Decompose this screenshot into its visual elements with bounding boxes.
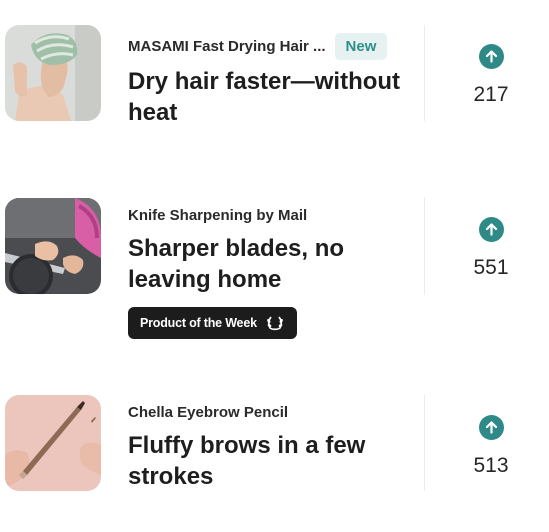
product-thumbnail[interactable] [5,198,101,294]
vote-count: 551 [473,256,509,279]
product-tagline[interactable]: Dry hair faster—without heat [128,66,410,128]
laurel-icon [267,316,283,331]
vote-count: 217 [473,83,509,106]
product-name[interactable]: MASAMI Fast Drying Hair ... [128,38,326,55]
divider [424,395,425,491]
hair-towel-photo [5,25,101,121]
product-tagline[interactable]: Sharper blades, no leaving home [128,233,410,295]
arrow-up-icon[interactable] [478,217,504,242]
product-thumbnail[interactable] [5,25,101,121]
new-badge: New [334,33,388,60]
product-item[interactable]: Knife Sharpening by Mail Sharper blades,… [0,190,549,350]
arrow-up-icon[interactable] [478,44,504,69]
arrow-up-icon[interactable] [478,415,504,440]
eyebrow-pencil-photo [5,395,101,491]
upvote-button[interactable]: 217 [458,44,524,107]
divider [424,25,425,121]
knife-sharpening-photo [5,198,101,294]
product-name[interactable]: Knife Sharpening by Mail [128,207,307,224]
divider [424,197,425,295]
product-item[interactable]: MASAMI Fast Drying Hair ... New Dry hair… [0,0,549,140]
product-thumbnail[interactable] [5,395,101,491]
product-of-the-week-badge[interactable]: Product of the Week [128,307,297,339]
upvote-button[interactable]: 513 [458,415,524,478]
vote-count: 513 [473,454,509,477]
award-label: Product of the Week [140,316,257,330]
upvote-button[interactable]: 551 [458,217,524,280]
product-name-row: MASAMI Fast Drying Hair ... New [128,33,388,60]
product-name-row: Chella Eyebrow Pencil [128,404,288,421]
product-name-row: Knife Sharpening by Mail [128,207,307,224]
product-item[interactable]: Chella Eyebrow Pencil Fluffy brows in a … [0,390,549,510]
product-tagline[interactable]: Fluffy brows in a few strokes [128,430,410,492]
product-name[interactable]: Chella Eyebrow Pencil [128,404,288,421]
